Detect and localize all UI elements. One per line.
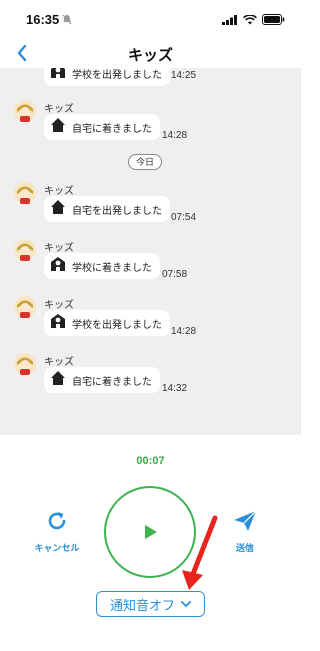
message-text: 学校に着きました xyxy=(72,262,152,274)
message-time: 14:25 xyxy=(171,70,197,81)
status-bar: 16:35 xyxy=(0,0,301,38)
message-text: 学校を出発しました xyxy=(72,319,162,331)
voice-recorder-panel: 00:07 キャンセル 送信 通知音オフ xyxy=(0,435,301,651)
avatar[interactable] xyxy=(14,353,36,375)
message-bubble: 学校を出発しました xyxy=(44,310,170,336)
message-time: 14:28 xyxy=(162,130,188,141)
school-icon xyxy=(50,256,66,277)
cancel-button[interactable]: キャンセル xyxy=(26,509,88,554)
page-title: キッズ xyxy=(127,47,173,64)
message-time: 14:32 xyxy=(162,383,188,394)
avatar[interactable] xyxy=(14,182,36,204)
message-bubble: 自宅を出発しました xyxy=(44,196,170,222)
paper-plane-icon xyxy=(234,510,257,531)
avatar[interactable] xyxy=(14,239,36,261)
message-text: 自宅を出発しました xyxy=(72,205,162,217)
message-bubble: 学校を出発しました xyxy=(44,68,170,86)
sender-name: キッズ xyxy=(44,186,74,197)
home-icon xyxy=(50,199,66,220)
message-text: 自宅に着きました xyxy=(72,123,152,135)
recording-timer: 00:07 xyxy=(136,455,165,467)
school-icon xyxy=(50,68,66,84)
play-button[interactable] xyxy=(104,486,196,578)
notification-sound-dropdown[interactable]: 通知音オフ xyxy=(96,591,205,617)
status-icons xyxy=(222,12,285,30)
send-button[interactable]: 送信 xyxy=(222,509,268,554)
message-bubble: 自宅に着きました xyxy=(44,367,160,393)
message-bubble: 学校に着きました xyxy=(44,253,160,279)
message-text: 自宅に着きました xyxy=(72,376,152,388)
signal-icon xyxy=(222,12,238,30)
bell-muted-icon xyxy=(62,12,72,30)
message-text: 学校を出発しました xyxy=(72,69,162,81)
cancel-label: キャンセル xyxy=(34,543,80,553)
school-icon xyxy=(50,313,66,334)
message-time: 14:28 xyxy=(171,326,197,337)
home-icon xyxy=(50,370,66,391)
send-label: 送信 xyxy=(235,543,254,553)
wifi-icon xyxy=(243,12,257,30)
date-divider: 今日 xyxy=(128,154,163,170)
sender-name: キッズ xyxy=(44,357,74,368)
sender-name: キッズ xyxy=(44,243,74,254)
play-icon xyxy=(145,525,157,539)
chevron-down-icon xyxy=(181,600,191,607)
nav-bar: キッズ xyxy=(0,38,301,68)
refresh-icon xyxy=(48,512,66,530)
sender-name: キッズ xyxy=(44,104,74,115)
status-time: 16:35 xyxy=(26,12,60,27)
message-time: 07:58 xyxy=(162,269,188,280)
home-icon xyxy=(50,117,66,138)
message-bubble: 自宅に着きました xyxy=(44,114,160,140)
avatar[interactable] xyxy=(14,100,36,122)
chat-history[interactable]: 学校を出発しました 14:25 キッズ 自宅に着きました 14:28 今日 キッ… xyxy=(0,68,301,435)
battery-icon xyxy=(262,12,285,30)
sender-name: キッズ xyxy=(44,300,74,311)
avatar[interactable] xyxy=(14,296,36,318)
message-time: 07:54 xyxy=(171,212,197,223)
notification-sound-label: 通知音オフ xyxy=(109,597,175,613)
